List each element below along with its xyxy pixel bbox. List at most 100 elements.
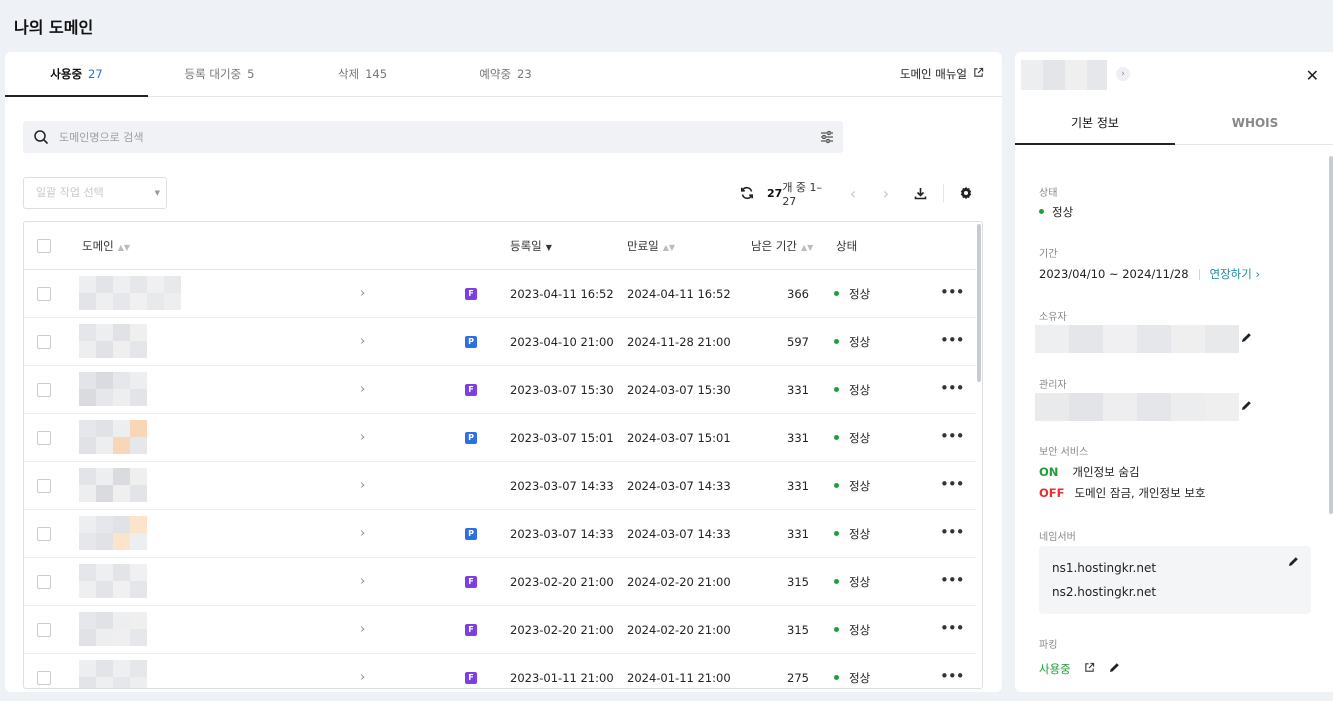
next-page-icon[interactable]: › [876, 182, 896, 204]
tab-deleted[interactable]: 삭제 145 [291, 52, 434, 97]
table-row[interactable]: › F 2023-02-20 21:00 2024-02-20 21:00 31… [24, 606, 976, 654]
more-options-icon[interactable]: ••• [940, 366, 965, 414]
row-checkbox[interactable] [37, 431, 51, 445]
header-registered[interactable]: 등록일 ▼ [510, 222, 552, 270]
chevron-right-icon[interactable]: › [360, 270, 365, 318]
table-row[interactable]: › P 2023-03-07 14:33 2024-03-07 14:33 33… [24, 510, 976, 558]
more-options-icon[interactable]: ••• [940, 654, 965, 688]
row-checkbox[interactable] [37, 335, 51, 349]
row-checkbox[interactable] [37, 527, 51, 541]
chevron-right-icon[interactable]: › [360, 318, 365, 366]
edit-parking-pencil-icon[interactable] [1109, 662, 1120, 676]
more-options-icon[interactable]: ••• [940, 462, 965, 510]
tab-pending[interactable]: 등록 대기중 5 [148, 52, 291, 97]
registered-date: 2023-03-07 15:01 [510, 431, 614, 445]
expiry-date: 2024-02-20 21:00 [627, 575, 731, 589]
more-options-icon[interactable]: ••• [940, 558, 965, 606]
filter-icon[interactable] [819, 129, 835, 148]
close-icon[interactable]: ✕ [1306, 66, 1319, 85]
status-cell: 정상 [834, 414, 870, 462]
search-input[interactable] [59, 121, 799, 153]
domain-list-panel: 사용중27 등록 대기중5 삭제145 예약중23 도메인 매뉴얼 일괄 작업 … [5, 52, 1002, 692]
row-checkbox[interactable] [37, 287, 51, 301]
on-text: 개인정보 숨김 [1072, 465, 1140, 479]
select-all-checkbox[interactable] [37, 239, 51, 253]
table-row[interactable]: › F 2023-04-11 16:52 2024-04-11 16:52 36… [24, 270, 976, 318]
table-row[interactable]: › 2023-03-07 14:33 2024-03-07 14:33 331 … [24, 462, 976, 510]
header-remaining[interactable]: 남은 기간 ▲▼ [751, 222, 813, 270]
more-options-icon[interactable]: ••• [940, 414, 965, 462]
owner-value-redacted [1035, 325, 1239, 353]
chevron-right-icon[interactable]: › [360, 654, 365, 688]
header-label: 남은 기간 [751, 239, 797, 253]
tab-basic-info[interactable]: 기본 정보 [1015, 104, 1175, 145]
chevron-right-icon[interactable]: › [360, 510, 365, 558]
status-text: 정상 [849, 623, 871, 637]
row-checkbox[interactable] [37, 575, 51, 589]
table-scrollbar[interactable] [977, 224, 981, 382]
edit-admin-pencil-icon[interactable] [1241, 400, 1252, 414]
nameserver-item: ns1.hostingkr.net [1052, 561, 1157, 575]
registered-date: 2023-02-20 21:00 [510, 623, 614, 637]
chevron-right-icon[interactable]: › [360, 414, 365, 462]
chevron-right-icon[interactable]: › [360, 462, 365, 510]
status-cell: 정상 [834, 654, 870, 688]
service-badge: P [465, 432, 477, 444]
detail-tabs: 기본 정보 WHOIS [1015, 104, 1333, 145]
detail-scrollbar[interactable] [1329, 156, 1333, 514]
header-label: 만료일 [627, 239, 659, 253]
edit-owner-pencil-icon[interactable] [1241, 332, 1252, 346]
table-row[interactable]: › P 2023-04-10 21:00 2024-11-28 21:00 59… [24, 318, 976, 366]
edit-nameserver-pencil-icon[interactable] [1288, 556, 1299, 570]
pagination-text: 개 중 1–27 [782, 180, 823, 208]
tab-label: 등록 대기중 [184, 67, 242, 81]
header-expires[interactable]: 만료일 ▲▼ [627, 222, 675, 270]
extend-link[interactable]: 연장하기 › [1210, 267, 1261, 281]
expiry-date: 2024-04-11 16:52 [627, 287, 731, 301]
table-row[interactable]: › F 2023-01-11 21:00 2024-01-11 21:00 27… [24, 654, 976, 688]
sort-icon: ▲▼ [662, 243, 676, 252]
domain-manual-link[interactable]: 도메인 매뉴얼 [900, 66, 984, 82]
refresh-icon[interactable] [737, 182, 757, 204]
off-tag: OFF [1039, 486, 1065, 500]
table-row[interactable]: › P 2023-03-07 15:01 2024-03-07 15:01 33… [24, 414, 976, 462]
download-icon[interactable] [910, 182, 930, 204]
settings-gear-icon[interactable] [956, 182, 976, 204]
chevron-right-icon[interactable]: › [1116, 67, 1130, 81]
pagination-total: 27 [767, 186, 783, 200]
status-text: 정상 [849, 479, 871, 493]
sort-icon: ▲▼ [800, 243, 814, 252]
row-checkbox[interactable] [37, 383, 51, 397]
status-tabs: 사용중 27 등록 대기중 5 삭제 145 예약중 23 도메인 매뉴얼 [5, 52, 1002, 97]
divider [1198, 269, 1200, 280]
external-link-icon[interactable] [1084, 662, 1095, 676]
nameserver-box: ns1.hostingkr.net ns2.hostingkr.net [1039, 546, 1311, 614]
prev-page-icon[interactable]: ‹ [843, 182, 863, 204]
admin-value-redacted [1035, 393, 1239, 421]
chevron-right-icon[interactable]: › [360, 558, 365, 606]
table-row[interactable]: › F 2023-03-07 15:30 2024-03-07 15:30 33… [24, 366, 976, 414]
tab-whois[interactable]: WHOIS [1175, 104, 1333, 145]
more-options-icon[interactable]: ••• [940, 510, 965, 558]
tab-reserved[interactable]: 예약중 23 [434, 52, 577, 97]
row-checkbox[interactable] [37, 479, 51, 493]
more-options-icon[interactable]: ••• [940, 606, 965, 654]
parking-label: 파킹 [1039, 640, 1058, 651]
toolbar-divider [943, 184, 944, 202]
chevron-right-icon[interactable]: › [360, 366, 365, 414]
tab-in-use[interactable]: 사용중 27 [5, 52, 148, 97]
parking-status-link[interactable]: 사용중 [1039, 662, 1071, 676]
table-body: › F 2023-04-11 16:52 2024-04-11 16:52 36… [24, 270, 976, 688]
more-options-icon[interactable]: ••• [940, 318, 965, 366]
table-row[interactable]: › F 2023-02-20 21:00 2024-02-20 21:00 31… [24, 558, 976, 606]
row-checkbox[interactable] [37, 671, 51, 685]
expiry-date: 2024-03-07 15:01 [627, 431, 731, 445]
status-dot [834, 435, 839, 440]
more-options-icon[interactable]: ••• [940, 270, 965, 318]
header-domain[interactable]: 도메인 ▲▼ [82, 222, 130, 270]
tab-label: 사용중 [50, 67, 83, 81]
chevron-right-icon[interactable]: › [360, 606, 365, 654]
row-checkbox[interactable] [37, 623, 51, 637]
domain-name-redacted [79, 420, 239, 456]
remaining-days: 331 [787, 479, 809, 493]
